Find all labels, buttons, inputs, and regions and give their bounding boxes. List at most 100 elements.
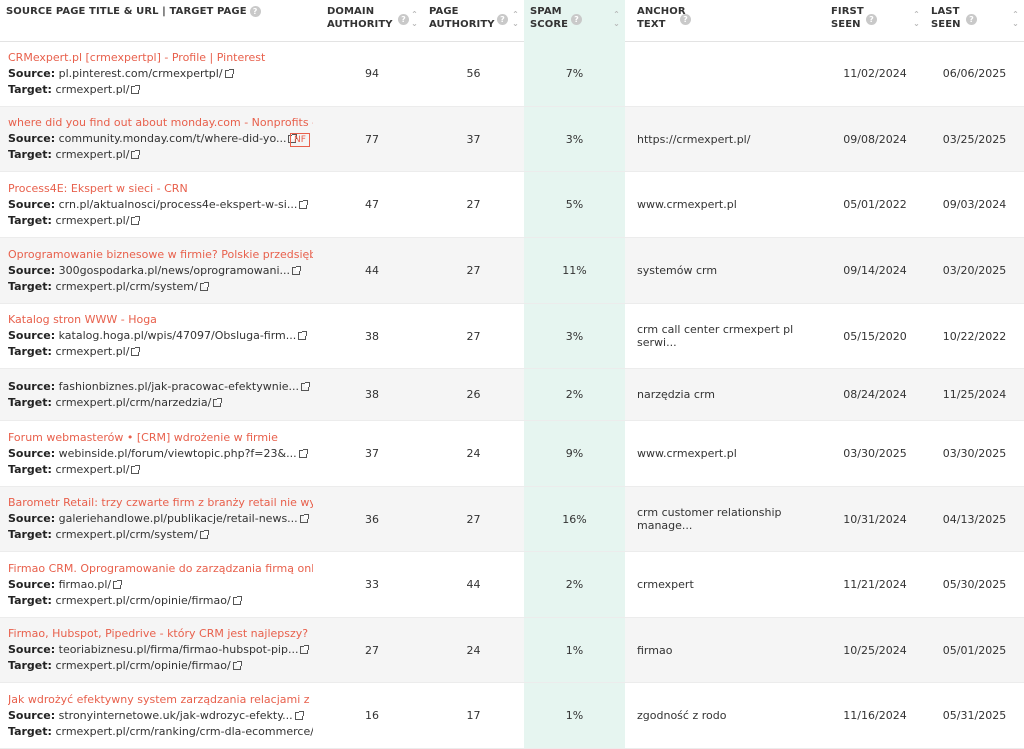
source-url[interactable]: crn.pl/aktualnosci/process4e-ekspert-w-s… [59,198,298,211]
target-url[interactable]: crmexpert.pl/crm/system/ [55,280,197,293]
external-link-icon[interactable] [300,645,310,654]
external-link-icon[interactable] [294,710,304,720]
header-last-seen[interactable]: LAST SEEN ? ⌃ ⌄ [925,0,1024,41]
external-link-icon[interactable] [199,281,209,291]
source-url[interactable]: 300gospodarka.pl/news/oprogramowani... [59,264,290,277]
source-url[interactable]: firmao.pl/ [59,578,112,591]
source-title-link[interactable]: CRMexpert.pl [crmexpertpl] - Profile | P… [8,50,313,66]
source-line: Source: fashionbiznes.pl/jak-pracowac-ef… [8,379,313,395]
external-link-icon[interactable] [131,347,141,356]
source-label: Source: [8,512,56,525]
source-url[interactable]: webinside.pl/forum/viewtopic.php?f=23&..… [59,447,297,460]
source-title-link[interactable]: Jak wdrożyć efektywny system zarządzania… [8,692,313,708]
source-title-link[interactable]: Katalog stron WWW - Hoga [8,312,313,328]
source-title-link[interactable]: Forum webmasterów • [CRM] wdrożenie w fi… [8,430,313,446]
question-circle-icon[interactable]: ? [249,5,261,17]
header-anchor-text[interactable]: ANCHOR TEXT ? [625,0,825,41]
sort-icon[interactable]: ⌃ ⌄ [511,10,520,28]
header-source[interactable]: SOURCE PAGE TITLE & URL | TARGET PAGE? [0,0,321,41]
external-link-icon[interactable] [224,68,234,78]
table-body: CRMexpert.pl [crmexpertpl] - Profile | P… [0,41,1024,749]
source-url[interactable]: community.monday.com/t/where-did-yo... [59,132,287,145]
source-label: Source: [8,329,56,342]
sort-icon[interactable]: ⌃ ⌄ [410,10,419,28]
anchor-text-value: systemów crm [637,264,718,277]
header-spam-score[interactable]: SPAM SCORE ? ⌃ ⌄ [524,0,625,41]
sort-icon[interactable]: ⌃ ⌄ [912,10,921,28]
source-label: Source: [8,446,56,460]
source-title-link[interactable]: Oprogramowanie biznesowe w firmie? Polsk… [8,247,313,263]
target-url[interactable]: crmexpert.pl/ [55,83,129,96]
target-url[interactable]: crmexpert.pl/ [55,148,129,161]
table-row: Source: fashionbiznes.pl/jak-pracowac-ef… [0,369,1024,421]
spam-score-value: 11% [562,264,587,277]
source-url[interactable]: galeriehandlowe.pl/publikacje/retail-new… [59,512,298,525]
spam-score-value: 3% [565,329,584,343]
header-page-authority[interactable]: PAGE AUTHORITY ? ⌃ ⌄ [423,0,524,41]
header-domain-authority[interactable]: DOMAIN AUTHORITY ? ⌃ ⌄ [321,0,423,41]
external-link-icon[interactable] [213,397,223,407]
external-link-icon[interactable] [301,381,311,391]
table-row: Katalog stron WWW - Hoga Source: katalog… [0,304,1024,369]
source-title-link[interactable]: Process4E: Ekspert w sieci - CRN [8,181,313,197]
external-link-icon[interactable] [199,530,209,539]
source-url[interactable]: pl.pinterest.com/crmexpertpl/ [59,67,223,80]
source-line: Source: galeriehandlowe.pl/publikacje/re… [8,511,313,527]
target-url[interactable]: crmexpert.pl/ [55,345,129,358]
source-title-link[interactable]: Firmao, Hubspot, Pipedrive - który CRM j… [8,626,313,642]
domain-authority-value: 27 [365,643,379,657]
header-first-seen[interactable]: FIRST SEEN ? ⌃ ⌄ [825,0,925,41]
page-authority-value: 44 [466,578,481,591]
target-url[interactable]: crmexpert.pl/crm/opinie/firmao/ [55,659,230,672]
source-title-link[interactable]: Barometr Retail: trzy czwarte firm z bra… [8,495,313,511]
question-circle-icon[interactable]: ? [398,14,409,25]
source-cell: Source: fashionbiznes.pl/jak-pracowac-ef… [0,369,321,420]
target-label: Target: [8,462,52,476]
last-seen-value: 10/22/2022 [942,329,1007,343]
table-row: Firmao CRM. Oprogramowanie do zarządzani… [0,552,1024,618]
last-seen-value: 03/30/2025 [942,447,1007,460]
source-url[interactable]: teoriabiznesu.pl/firma/firmao-hubspot-pi… [59,643,299,656]
external-link-icon[interactable] [232,661,242,670]
last-seen-value: 05/31/2025 [942,709,1007,722]
question-circle-icon[interactable]: ? [497,14,508,25]
external-link-icon[interactable] [299,514,309,523]
source-label: Source: [8,263,56,277]
source-url[interactable]: fashionbiznes.pl/jak-pracowac-efektywnie… [59,380,299,393]
target-url[interactable]: crmexpert.pl/crm/system/ [55,528,197,541]
external-link-icon[interactable] [232,595,242,605]
target-label: Target: [8,345,52,358]
target-line: Target: crmexpert.pl/ [8,213,313,229]
external-link-icon[interactable] [131,215,141,225]
source-label: Source: [8,577,56,591]
external-link-icon[interactable] [113,579,123,589]
question-circle-icon[interactable]: ? [966,14,977,25]
source-title-link[interactable]: Firmao CRM. Oprogramowanie do zarządzani… [8,561,313,577]
target-url[interactable]: crmexpert.pl/crm/narzedzia/ [55,396,211,409]
first-seen-value: 03/30/2025 [843,447,907,460]
source-url[interactable]: katalog.hoga.pl/wpis/47097/Obsluga-firm.… [59,329,297,342]
target-url[interactable]: crmexpert.pl/crm/ranking/crm-dla-ecommer… [55,725,313,738]
first-seen-value: 11/02/2024 [843,67,907,80]
sort-icon[interactable]: ⌃ ⌄ [612,10,621,28]
question-circle-icon[interactable]: ? [571,14,582,25]
external-link-icon[interactable] [131,464,141,474]
source-url[interactable]: stronyinternetowe.uk/jak-wdrozyc-efekty.… [59,709,293,722]
target-url[interactable]: crmexpert.pl/ [55,463,129,476]
external-link-icon[interactable] [299,199,309,209]
external-link-icon[interactable] [298,331,308,340]
target-url[interactable]: crmexpert.pl/ [55,214,129,227]
source-title-link[interactable]: where did you find out about monday.com … [8,115,313,131]
external-link-icon[interactable] [292,265,302,275]
question-circle-icon[interactable]: ? [680,14,691,25]
first-seen-value: 10/25/2024 [843,643,907,657]
page-authority-value: 27 [466,264,481,277]
external-link-icon[interactable] [131,150,141,159]
target-label: Target: [8,213,52,227]
external-link-icon[interactable] [298,448,308,458]
first-seen-value: 09/14/2024 [843,264,907,277]
question-circle-icon[interactable]: ? [866,14,877,25]
target-url[interactable]: crmexpert.pl/crm/opinie/firmao/ [55,594,230,607]
external-link-icon[interactable] [131,84,141,94]
sort-icon[interactable]: ⌃ ⌄ [1011,10,1020,28]
